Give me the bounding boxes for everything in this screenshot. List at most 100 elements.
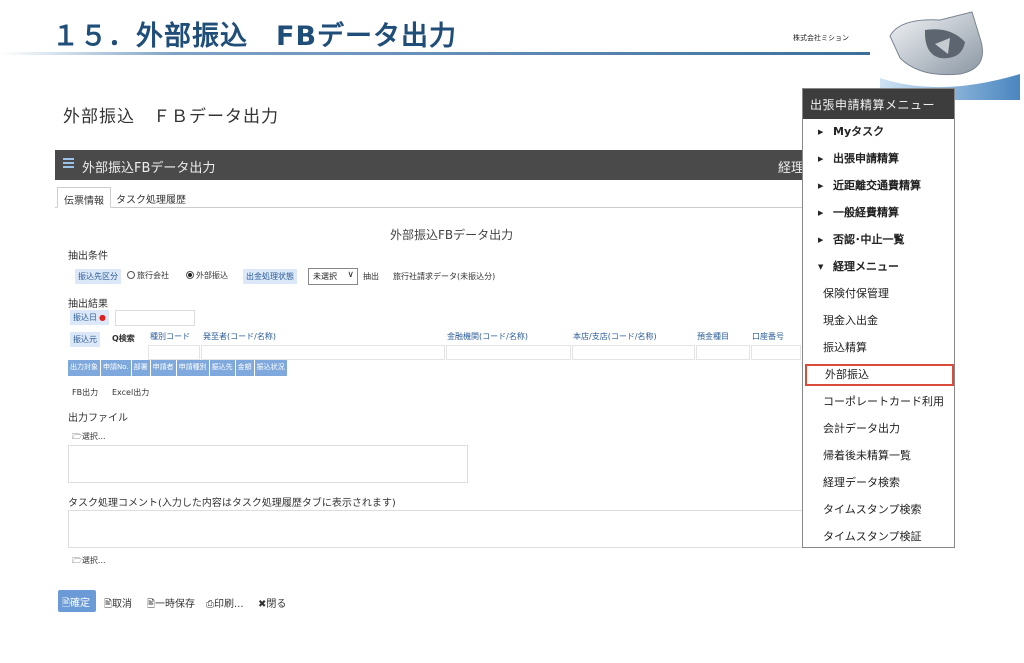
side-menu-item-label: 外部振込 — [825, 368, 869, 381]
travel-invoice-label: 旅行社請求データ(未振込分) — [393, 272, 496, 281]
grid-header-row: 出力対象 申請No. 部署 申請者 申請種別 振込先 金額 振込状況 — [68, 360, 288, 376]
side-menu-item-label: 保険付保管理 — [823, 287, 889, 300]
side-menu-item[interactable]: ▶ Myタスク — [803, 121, 954, 143]
page-heading: 外部振込 ＦＢデータ出力 — [63, 107, 279, 127]
search-button[interactable]: Q検索 — [112, 333, 135, 344]
app-bar-right-label: 経理 — [778, 161, 805, 176]
status-select[interactable]: 未選択 ∨ — [308, 268, 358, 285]
output-file-label: 出力ファイル — [68, 413, 128, 424]
side-menu-item[interactable]: ▶ 否認･中止一覧 — [803, 229, 954, 251]
extract-button[interactable]: 抽出 — [363, 271, 379, 282]
col-branch: 本店/支店(コード/名称) — [573, 332, 657, 341]
caret-right-icon: ▶ — [818, 209, 824, 217]
branch-field[interactable] — [572, 345, 695, 360]
side-menu-item-label: コーポレートカード利用 — [823, 395, 944, 408]
side-menu-item[interactable]: 現金入出金 — [803, 310, 954, 332]
applicant-field[interactable] — [201, 345, 445, 360]
excel-output-button[interactable]: Excel出力 — [112, 387, 149, 398]
grid-header: 申請No. — [101, 360, 132, 376]
output-file-box[interactable] — [68, 445, 468, 483]
radio-travel-agency[interactable]: 旅行会社 — [127, 270, 169, 281]
side-menu-item[interactable]: 経理データ検索 — [803, 472, 954, 494]
side-menu-item-label: 経理データ検索 — [823, 476, 900, 489]
side-menu-item[interactable]: 会計データ出力 — [803, 418, 954, 440]
side-menu-item-label: 近距離交通費精算 — [833, 179, 921, 192]
hamburger-icon[interactable] — [63, 158, 74, 169]
slide-title: １５．外部振込 FBデータ出力 — [52, 21, 458, 52]
cancel-button[interactable]: 🖹取消 — [104, 595, 132, 614]
grid-header: 部署 — [132, 360, 151, 376]
side-menu-item-label: タイムスタンプ検索 — [823, 503, 922, 516]
radio-icon — [127, 270, 135, 279]
grid-header: 申請種別 — [177, 360, 210, 376]
side-menu-item[interactable]: タイムスタンプ検索 — [803, 499, 954, 521]
side-menu-item-label: 会計データ出力 — [823, 422, 900, 435]
side-menu-item[interactable]: 振込精算 — [803, 337, 954, 359]
side-menu-item-label: タイムスタンプ検証 — [823, 530, 922, 543]
chevron-down-icon: ∨ — [347, 270, 354, 280]
type-code-field[interactable] — [148, 345, 200, 360]
side-menu-item[interactable]: 保険付保管理 — [803, 283, 954, 305]
tab-slip-info[interactable]: 伝票情報 — [57, 187, 111, 208]
fb-output-button[interactable]: FB出力 — [72, 387, 98, 398]
side-menu: 出張申請精算メニュー ▶ Myタスク ▶ 出張申請精算 ▶ 近距離交通費精算 ▶ 一般経費精算… — [802, 88, 955, 548]
side-menu-item-label: 経理メニュー — [833, 260, 899, 273]
app-title: 外部振込FBデータ出力 — [82, 161, 216, 176]
col-deposit-type: 預金種目 — [697, 332, 729, 341]
company-name: 株式会社ミション — [793, 34, 849, 42]
side-menu-item[interactable]: 帰着後未精算一覧 — [803, 445, 954, 467]
grid-header: 振込状況 — [255, 360, 288, 376]
transfer-date-chip: 振込日 ● — [70, 310, 109, 325]
side-menu-item-label: 否認･中止一覧 — [833, 233, 905, 246]
caret-right-icon: ▶ — [818, 128, 824, 136]
print-button[interactable]: ⎙印刷... — [206, 595, 244, 610]
caret-down-icon: ▼ — [818, 263, 824, 271]
side-menu-item[interactable]: コーポレートカード利用 — [803, 391, 954, 413]
app-window: 外部振込FBデータ出力 経理 伝票情報 タスク処理履歴 外部振込FBデータ出力 … — [55, 150, 857, 620]
task-comment-box[interactable] — [68, 510, 848, 548]
side-menu-header: 出張申請精算メニュー — [803, 89, 954, 119]
radio-external-transfer[interactable]: 外部振込 — [186, 270, 228, 281]
grid-header: 金額 — [236, 360, 255, 376]
side-menu-item[interactable]: ▼ 経理メニュー — [803, 256, 954, 278]
bank-field[interactable] — [446, 345, 571, 360]
side-menu-item-label: 振込精算 — [823, 341, 867, 354]
transfer-type-chip: 振込先区分 — [75, 269, 121, 284]
side-menu-item[interactable]: ▶ 近距離交通費精算 — [803, 175, 954, 197]
col-applicant: 発至者(コード/名称) — [203, 332, 276, 341]
payee-chip: 振込元 — [70, 332, 100, 347]
radio-checked-icon — [186, 270, 194, 279]
side-menu-item[interactable]: ▶ 一般経費精算 — [803, 202, 954, 224]
side-menu-item-label: 出張申請精算 — [833, 152, 899, 165]
deposit-type-field[interactable] — [696, 345, 750, 360]
company-logo — [880, 11, 1020, 100]
side-menu-item-label: 現金入出金 — [823, 314, 878, 327]
caret-right-icon: ▶ — [818, 236, 824, 244]
extract-conditions-label: 抽出条件 — [68, 251, 108, 262]
select-file-button-1[interactable]: 🗁選択... — [72, 431, 106, 445]
transfer-date-input[interactable] — [115, 310, 195, 326]
caret-right-icon: ▶ — [818, 155, 824, 163]
select-file-button-2[interactable]: 🗁選択... — [72, 555, 106, 569]
extract-results-label: 抽出結果 — [68, 299, 108, 310]
close-button[interactable]: ✖閉る — [258, 595, 286, 610]
temp-save-button[interactable]: 🖹一時保存 — [147, 595, 195, 614]
title-rule — [0, 52, 870, 55]
app-title-bar: 外部振込FBデータ出力 経理 — [55, 150, 857, 180]
grid-header: 振込先 — [210, 360, 236, 376]
side-menu-item[interactable]: ▶ 出張申請精算 — [803, 148, 954, 170]
tab-strip: 伝票情報 タスク処理履歴 — [55, 184, 857, 208]
side-menu-item[interactable]: タイムスタンプ検証 — [803, 526, 954, 548]
confirm-button[interactable]: 🖹確定 — [58, 590, 96, 612]
side-menu-item-label: 帰着後未精算一覧 — [823, 449, 911, 462]
task-comment-label: タスク処理コメント(入力した内容はタスク処理履歴タブに表示されます) — [68, 498, 396, 509]
form-title: 外部振込FBデータ出力 — [390, 228, 514, 242]
col-bank: 金融機関(コード/名称) — [447, 332, 528, 341]
side-menu-item-label: Myタスク — [833, 125, 885, 138]
account-no-field[interactable] — [751, 345, 801, 360]
side-menu-item-label: 一般経費精算 — [833, 206, 899, 219]
tab-task-history[interactable]: タスク処理履歴 — [110, 187, 192, 208]
caret-right-icon: ▶ — [818, 182, 824, 190]
col-type-code: 種別コード — [150, 332, 190, 341]
side-menu-item[interactable]: 外部振込 — [805, 364, 954, 386]
